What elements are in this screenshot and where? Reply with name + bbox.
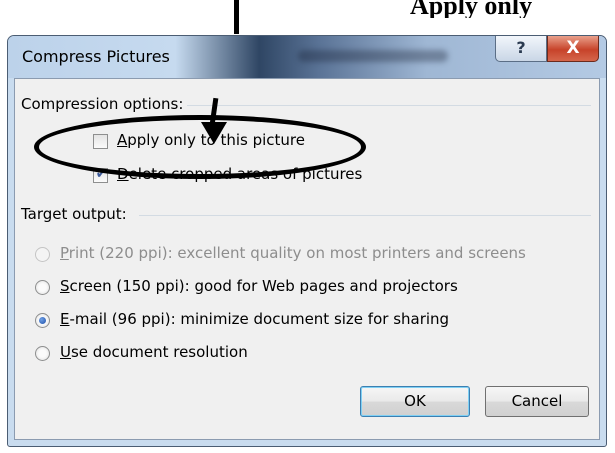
blurred-title-text (298, 50, 448, 62)
delete-cropped-checkbox[interactable]: ✔ (93, 166, 108, 183)
annotation-caption: Apply only (410, 0, 533, 18)
target-output-label: Target output: (21, 205, 127, 223)
screen-label[interactable]: Screen (150 ppi): good for Web pages and… (60, 277, 458, 295)
email-radio[interactable] (35, 313, 50, 328)
delete-cropped-label[interactable]: Delete cropped areas of pictures (117, 165, 362, 183)
close-icon: X (566, 38, 580, 58)
annotation-arrow-head (201, 122, 227, 144)
ok-button[interactable]: OK (360, 386, 470, 417)
group-divider (187, 105, 591, 106)
compression-options-label: Compression options: (21, 95, 184, 113)
dialog-body: Compression options: Apply only to this … (14, 78, 600, 440)
print-label: Print (220 ppi): excellent quality on mo… (60, 244, 526, 262)
compress-pictures-dialog: Compress Pictures ? X Compression option… (7, 35, 607, 447)
apply-only-checkbox[interactable] (93, 134, 108, 149)
help-icon: ? (516, 38, 526, 57)
radio-dot-icon (39, 317, 46, 324)
email-label[interactable]: E-mail (96 ppi): minimize document size … (60, 310, 449, 328)
close-button[interactable]: X (547, 36, 599, 62)
help-button[interactable]: ? (495, 36, 547, 62)
screen-radio[interactable] (35, 280, 50, 295)
group-divider (139, 215, 591, 216)
check-icon: ✔ (95, 166, 108, 182)
cancel-button[interactable]: Cancel (485, 386, 589, 417)
annotation-arrow-line (234, 0, 239, 34)
title-bar[interactable]: Compress Pictures ? X (8, 36, 606, 78)
document-resolution-label[interactable]: Use document resolution (60, 343, 248, 361)
dialog-title: Compress Pictures (22, 47, 170, 66)
print-radio[interactable] (35, 247, 50, 262)
document-resolution-radio[interactable] (35, 346, 50, 361)
